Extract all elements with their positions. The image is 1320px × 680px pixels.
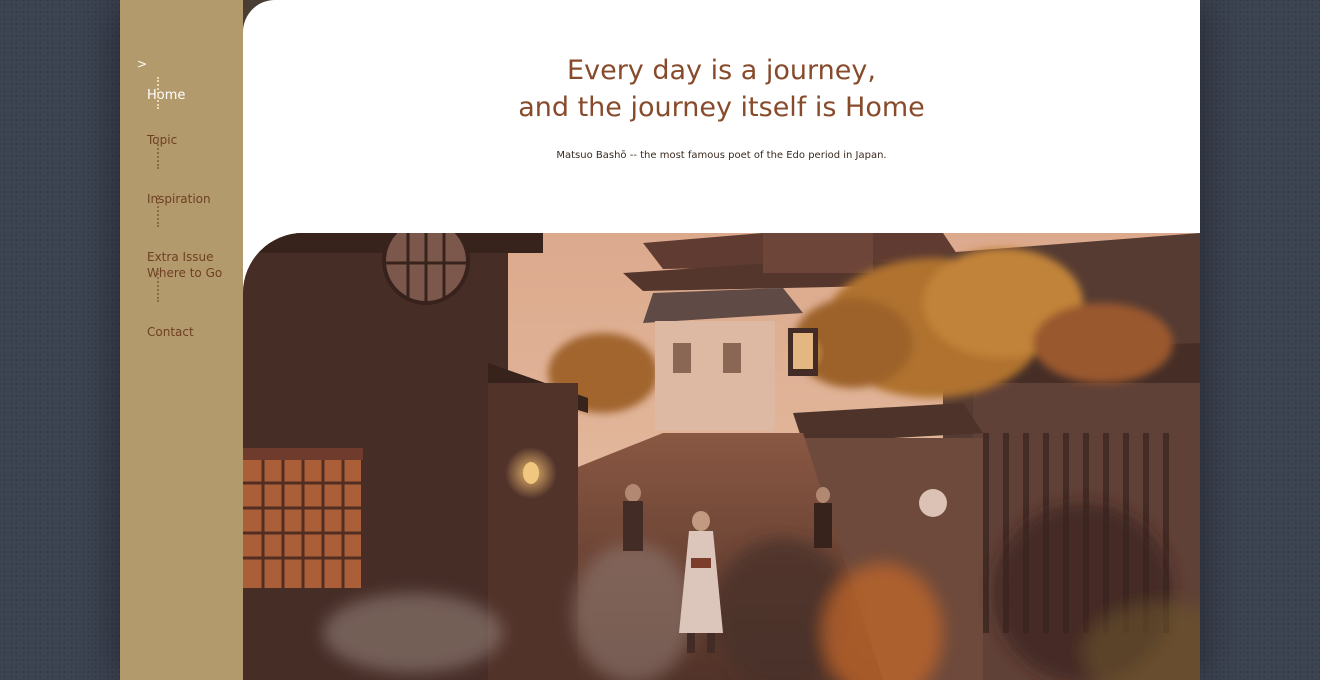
kyoto-street-photo [243, 233, 1200, 680]
nav-divider [157, 270, 159, 302]
nav-divider [157, 195, 159, 227]
main-content: Every day is a journey, and the journey … [243, 0, 1200, 680]
headline-line-1: Every day is a journey, [567, 55, 876, 86]
hero-image [243, 233, 1200, 680]
nav-item-home[interactable]: > Home [137, 56, 186, 104]
nav-divider [157, 137, 159, 169]
quote-attribution: Matsuo Bashō -- the most famous poet of … [556, 150, 887, 161]
nav-item-label: Contact [147, 325, 194, 339]
sidebar: > Home Topic Inspiration Extra Issue Whe… [120, 0, 243, 680]
headline-line-2: and the journey itself is Home [518, 92, 925, 123]
nav-item-label: Home [147, 88, 186, 103]
hero-headline: Every day is a journey, and the journey … [243, 52, 1200, 126]
page-frame: > Home Topic Inspiration Extra Issue Whe… [120, 0, 1200, 680]
active-chevron-icon: > [137, 57, 148, 71]
nav-item-label: Topic [147, 133, 178, 147]
nav-divider [157, 77, 159, 109]
nav-item-topic[interactable]: Topic [147, 116, 177, 148]
nav-item-contact[interactable]: Contact [147, 308, 194, 340]
